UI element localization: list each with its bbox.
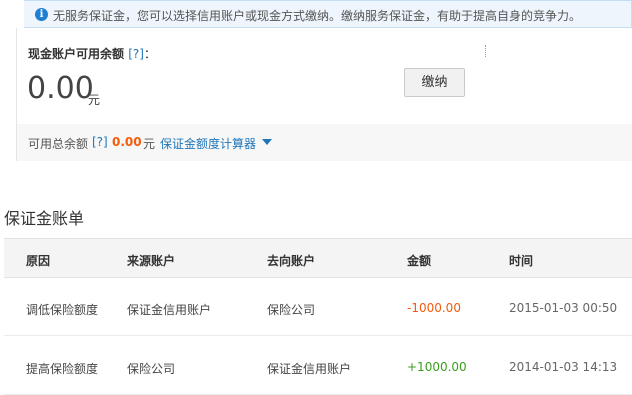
table-header: 原因 来源账户 去向账户 金额 时间 [4, 238, 632, 278]
column-header-reason: 原因 [26, 254, 51, 268]
table-row: 提高保险额度 保险公司 保证金信用账户 +1000.00 2014-01-03 … [4, 337, 632, 395]
cell-reason: 调低保险额度 [26, 303, 99, 317]
divider [485, 45, 487, 57]
cell-destination: 保证金信用账户 [267, 362, 352, 376]
cell-time: 2015-01-03 00:50 [509, 301, 618, 315]
column-header-source: 来源账户 [127, 254, 176, 268]
table-row: 调低保险额度 保证金信用账户 保险公司 -1000.00 2015-01-03 … [4, 278, 632, 336]
cash-balance-title: 现金账户可用余额 [28, 47, 125, 61]
chevron-down-icon[interactable] [262, 139, 272, 145]
notice-banner: i 无服务保证金，您可以选择信用账户或现金方式缴纳。缴纳服务保证金，有助于提高自… [24, 0, 632, 28]
total-balance-help-link[interactable]: [?] [92, 135, 108, 149]
notice-message: 无服务保证金，您可以选择信用账户或现金方式缴纳。缴纳服务保证金，有助于提高自身的… [53, 9, 582, 23]
total-balance-amount: 0.00 [112, 135, 142, 149]
cell-amount: +1000.00 [407, 360, 467, 374]
cell-source: 保证金信用账户 [127, 303, 212, 317]
total-balance-label: 可用总余额 [28, 137, 89, 151]
total-balance-unit: 元 [143, 137, 156, 151]
info-icon: i [35, 8, 48, 21]
cash-balance-label: 现金账户可用余额 [?]： [28, 45, 156, 62]
column-header-destination: 去向账户 [267, 254, 316, 268]
pay-button[interactable]: 缴纳 [404, 68, 465, 97]
cell-amount: -1000.00 [407, 301, 461, 315]
cash-account-panel: 现金账户可用余额 [?]： 0.00 元 缴纳 可用总余额 [?] 0.00 元… [16, 28, 632, 161]
cash-balance-help-link[interactable]: [?] [128, 47, 144, 61]
column-header-amount: 金额 [407, 254, 432, 268]
cell-time: 2014-01-03 14:13 [509, 360, 618, 374]
deposit-calculator-link[interactable]: 保证金额度计算器 [160, 135, 256, 152]
section-title: 保证金账单 [4, 209, 85, 228]
label-colon: ： [143, 47, 156, 61]
cell-destination: 保险公司 [267, 303, 316, 317]
cell-reason: 提高保险额度 [26, 362, 99, 376]
column-header-time: 时间 [509, 254, 534, 268]
cash-balance-amount: 0.00 [27, 71, 94, 106]
cash-balance-unit: 元 [88, 93, 101, 107]
total-balance-row: 可用总余额 [?] 0.00 元 保证金额度计算器 [17, 124, 632, 161]
cell-source: 保险公司 [127, 362, 176, 376]
